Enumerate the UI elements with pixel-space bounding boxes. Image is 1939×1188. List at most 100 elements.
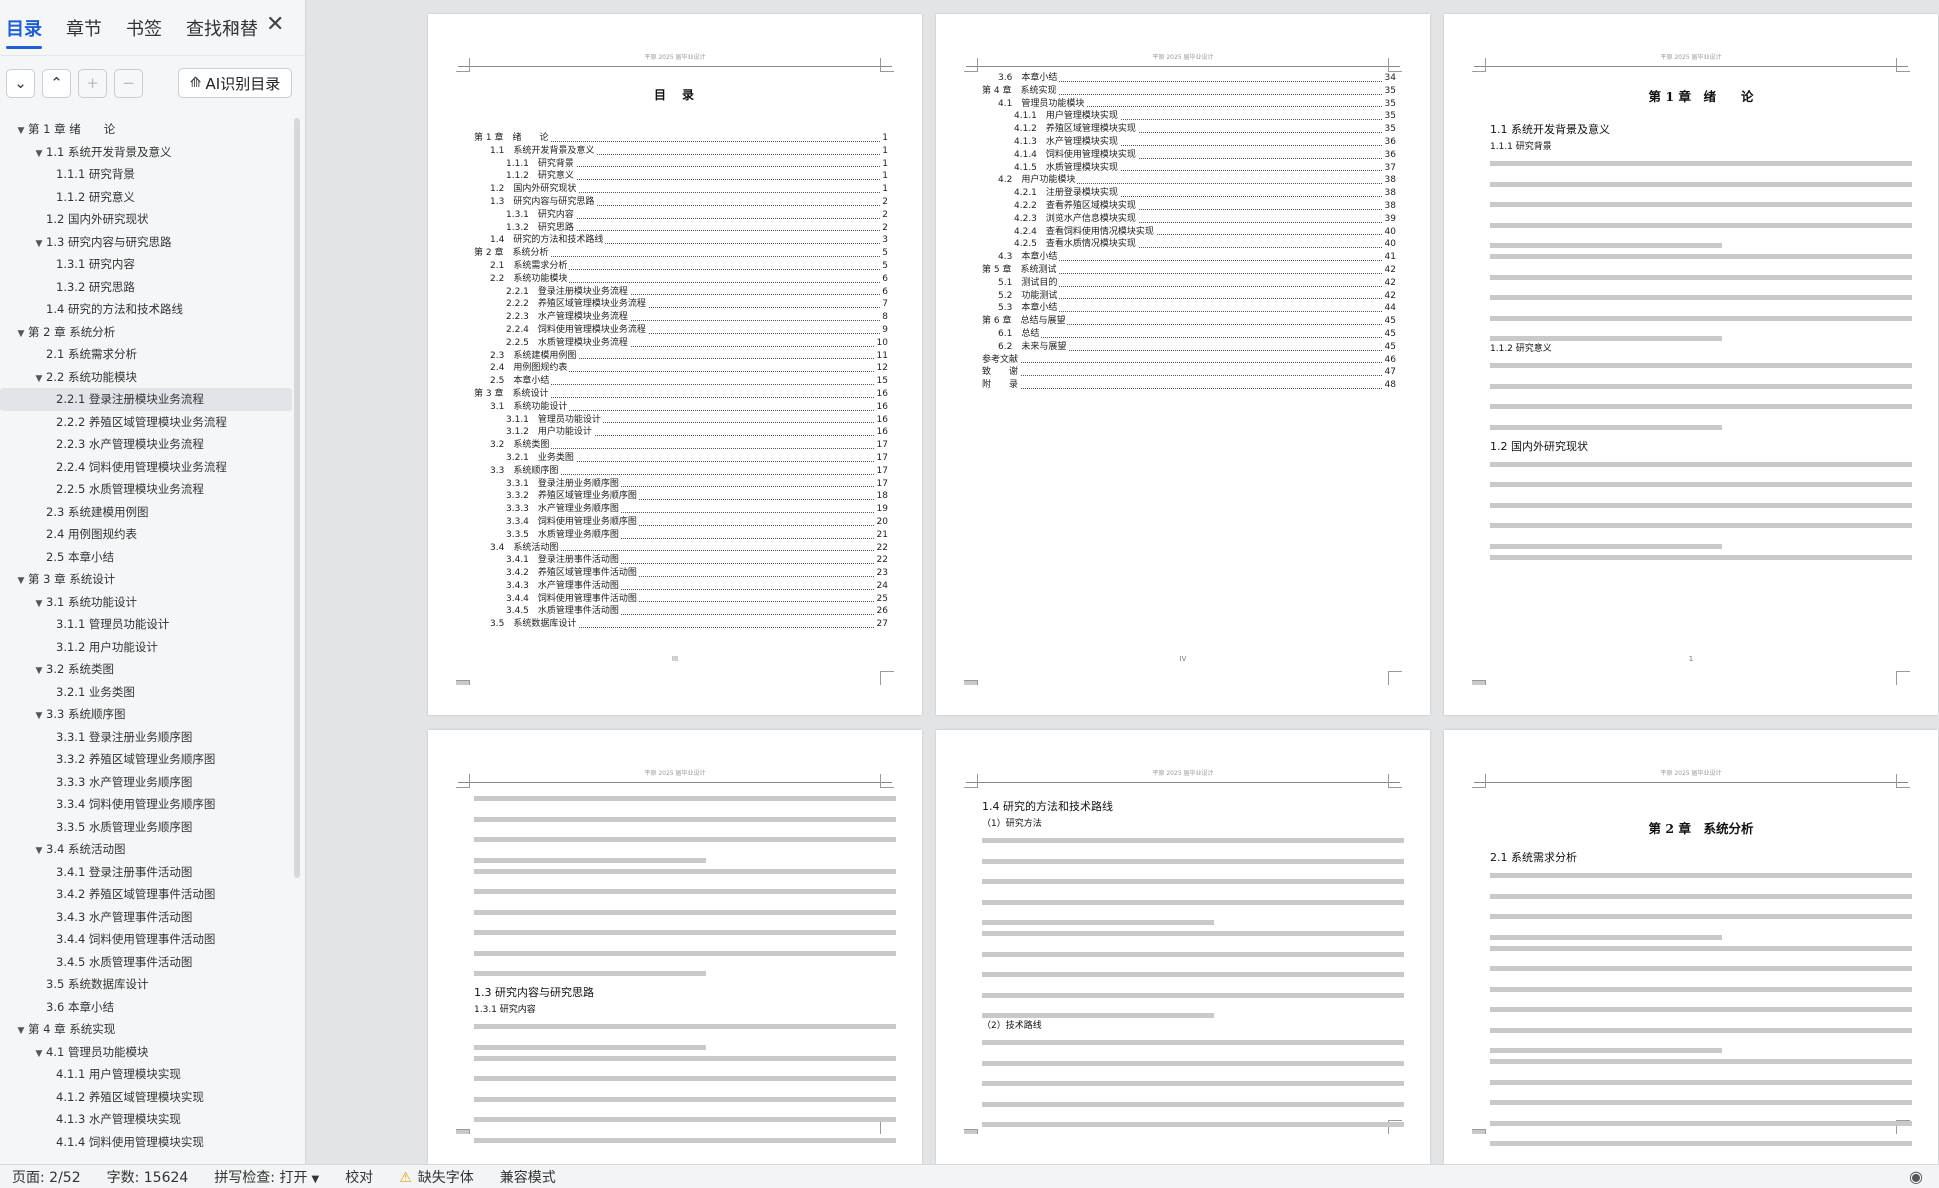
sidebar-scrollbar[interactable] xyxy=(294,118,300,878)
toc-item[interactable]: 3.4.4 饲料使用管理事件活动图 xyxy=(0,928,294,951)
toc-entry-title: 4.2.2 查看养殖区域模块实现 xyxy=(1014,200,1138,211)
toc-item[interactable]: 3.5 系统数据库设计 xyxy=(0,973,294,996)
toc-item[interactable]: 3.4.5 水质管理事件活动图 xyxy=(0,951,294,974)
toc-item[interactable]: 2.4 用例图规约表 xyxy=(0,523,294,546)
caret-down-icon[interactable]: ▼ xyxy=(14,1020,28,1041)
toc-item[interactable]: 4.1.4 饲料使用管理模块实现 xyxy=(0,1131,294,1154)
toc-item[interactable]: 2.5 本章小结 xyxy=(0,546,294,569)
text-line xyxy=(474,857,707,863)
header-rule xyxy=(1474,782,1908,783)
toc-item[interactable]: 1.2 国内外研究现状 xyxy=(0,208,294,231)
text-line xyxy=(1490,893,1912,899)
toc-item[interactable]: ▼ 第 1 章 绪 论 xyxy=(0,118,294,141)
caret-down-icon[interactable]: ▼ xyxy=(32,705,46,726)
tab-toc[interactable]: 目录 xyxy=(6,9,42,49)
page-toc-1[interactable]: 平原 2025 届毕业设计目 录第 1 章 绪 论 1 1.1 系统开发背景及意义 1… xyxy=(428,14,922,715)
page-chapter-1-methods[interactable]: 平原 2025 届毕业设计 1.4 研究的方法和技术路线 （1）研究方法 （2）技术路… xyxy=(936,730,1430,1164)
caret-down-icon[interactable]: ▼ xyxy=(32,1043,46,1064)
toc-item[interactable]: 3.1.2 用户功能设计 xyxy=(0,636,294,659)
chevron-right-icon[interactable]: › xyxy=(232,14,240,38)
toc-item[interactable]: 2.1 系统需求分析 xyxy=(0,343,294,366)
toc-item[interactable]: 3.6 本章小结 xyxy=(0,996,294,1019)
toc-item[interactable]: 2.2.1 登录注册模块业务流程 xyxy=(0,388,292,411)
toc-item[interactable]: 3.3.4 饲料使用管理业务顺序图 xyxy=(0,793,294,816)
toc-item[interactable]: ▼ 3.2 系统类图 xyxy=(0,658,294,681)
collapse-button[interactable]: ⌄ xyxy=(6,68,35,98)
toc-item[interactable]: 3.4.3 水产管理事件活动图 xyxy=(0,906,294,929)
caret-down-icon[interactable]: ▼ xyxy=(32,233,46,254)
toc-item[interactable]: 3.3.1 登录注册业务顺序图 xyxy=(0,726,294,749)
ai-recognize-toc-button[interactable]: ⟰ AI识别目录 xyxy=(178,68,292,98)
caret-down-icon[interactable]: ▼ xyxy=(32,660,46,681)
page-chapter-1[interactable]: 平原 2025 届毕业设计第 1 章 绪 论 1.1 系统开发背景及意义 1.1.1… xyxy=(1444,14,1938,715)
add-heading-button[interactable]: + xyxy=(78,68,107,98)
text-line xyxy=(1490,482,1912,487)
caret-down-icon[interactable]: ▼ xyxy=(32,143,46,164)
toc-item[interactable]: 2.2.2 养殖区域管理模块业务流程 xyxy=(0,411,294,434)
page-indicator[interactable]: 页面: 2/52 xyxy=(12,1167,81,1187)
tab-chapters[interactable]: 章节 xyxy=(66,9,102,47)
toc-item[interactable]: 4.1.2 养殖区域管理模块实现 xyxy=(0,1086,294,1109)
text-line xyxy=(1490,315,1912,321)
toc-entry-title: 2.2.3 水产管理模块业务流程 xyxy=(506,312,630,323)
page-toc-2[interactable]: 平原 2025 届毕业设计 3.6 本章小结 34 第 4 章 系统实现 35 4.1 管… xyxy=(936,14,1430,715)
warning-icon: ⚠ xyxy=(399,1169,412,1186)
spell-check-toggle[interactable]: 拼写检查: 打开 ▼ xyxy=(214,1167,319,1187)
toc-entry-page: 11 xyxy=(874,349,888,363)
text-line xyxy=(474,796,896,801)
toc-item[interactable]: 1.1.2 研究意义 xyxy=(0,186,294,209)
toc-item[interactable]: ▼ 3.4 系统活动图 xyxy=(0,838,294,861)
body-text-block xyxy=(474,796,896,863)
caret-down-icon[interactable]: ▼ xyxy=(32,368,46,389)
toc-item[interactable]: 1.1.1 研究背景 xyxy=(0,163,294,186)
toc-entry-page: 48 xyxy=(1382,379,1396,392)
toc-item[interactable]: 2.2.4 饲料使用管理模块业务流程 xyxy=(0,456,294,479)
tab-bookmarks[interactable]: 书签 xyxy=(126,9,162,47)
caret-down-icon[interactable]: ▼ xyxy=(32,593,46,614)
eye-icon[interactable]: ◉ xyxy=(1909,1167,1923,1186)
toc-item[interactable]: ▼ 3.1 系统功能设计 xyxy=(0,591,294,614)
toc-item[interactable]: ▼ 2.2 系统功能模块 xyxy=(0,366,294,389)
toc-item[interactable]: 2.2.3 水产管理模块业务流程 xyxy=(0,433,294,456)
toc-item[interactable]: ▼ 第 2 章 系统分析 xyxy=(0,321,294,344)
caret-down-icon[interactable]: ▼ xyxy=(32,840,46,861)
text-line xyxy=(1490,1100,1912,1105)
caret-down-icon[interactable]: ▼ xyxy=(14,570,28,591)
missing-font-button[interactable]: ⚠ 缺失字体 xyxy=(399,1167,474,1187)
toc-item[interactable]: 3.3.5 水质管理业务顺序图 xyxy=(0,816,294,839)
page-chapter-2[interactable]: 平原 2025 届毕业设计第 2 章 系统分析 2.1 系统需求分析 xyxy=(1444,730,1938,1164)
text-line xyxy=(1490,1141,1912,1146)
word-count[interactable]: 字数: 15624 xyxy=(107,1167,189,1187)
toc-item[interactable]: 3.3.2 养殖区域管理业务顺序图 xyxy=(0,748,294,771)
page-header-text: 平原 2025 届毕业设计 xyxy=(1152,54,1214,61)
toc-item[interactable]: 4.1.1 用户管理模块实现 xyxy=(0,1063,294,1086)
text-line xyxy=(474,909,896,915)
tab-find-replace[interactable]: 查找和替 xyxy=(186,9,258,47)
remove-heading-button[interactable]: − xyxy=(114,68,143,98)
toc-item[interactable]: 2.3 系统建模用例图 xyxy=(0,501,294,524)
caret-down-icon[interactable]: ▼ xyxy=(14,120,28,141)
proofread-button[interactable]: 校对 xyxy=(345,1167,373,1187)
toc-item[interactable]: 3.3.3 水产管理业务顺序图 xyxy=(0,771,294,794)
toc-item[interactable]: ▼ 3.3 系统顺序图 xyxy=(0,703,294,726)
toc-entry-page: 27 xyxy=(874,618,888,632)
toc-item[interactable]: 3.4.2 养殖区域管理事件活动图 xyxy=(0,883,294,906)
toc-entry: 4.1.1 用户管理模块实现 35 xyxy=(982,110,1396,124)
toc-item[interactable]: ▼ 1.3 研究内容与研究思路 xyxy=(0,231,294,254)
caret-down-icon[interactable]: ▼ xyxy=(14,323,28,344)
toc-item[interactable]: 2.2.5 水质管理模块业务流程 xyxy=(0,478,294,501)
close-icon[interactable]: ✕ xyxy=(266,12,284,37)
toc-item[interactable]: 1.3.1 研究内容 xyxy=(0,253,294,276)
toc-item[interactable]: ▼ 1.1 系统开发背景及意义 xyxy=(0,141,294,164)
toc-item[interactable]: ▼ 第 3 章 系统设计 xyxy=(0,568,294,591)
page-chapter-1-cont[interactable]: 平原 2025 届毕业设计 1.3 研究内容与研究思路 1.3.1 研究内容 xyxy=(428,730,922,1164)
toc-item[interactable]: 1.4 研究的方法和技术路线 xyxy=(0,298,294,321)
toc-item[interactable]: ▼ 4.1 管理员功能模块 xyxy=(0,1041,294,1064)
toc-item[interactable]: 1.3.2 研究思路 xyxy=(0,276,294,299)
toc-item[interactable]: 4.1.3 水产管理模块实现 xyxy=(0,1108,294,1131)
toc-item[interactable]: 3.4.1 登录注册事件活动图 xyxy=(0,861,294,884)
toc-item[interactable]: ▼ 第 4 章 系统实现 xyxy=(0,1018,294,1041)
toc-item[interactable]: 3.1.1 管理员功能设计 xyxy=(0,613,294,636)
toc-item[interactable]: 3.2.1 业务类图 xyxy=(0,681,294,704)
expand-button[interactable]: ⌃ xyxy=(42,68,71,98)
